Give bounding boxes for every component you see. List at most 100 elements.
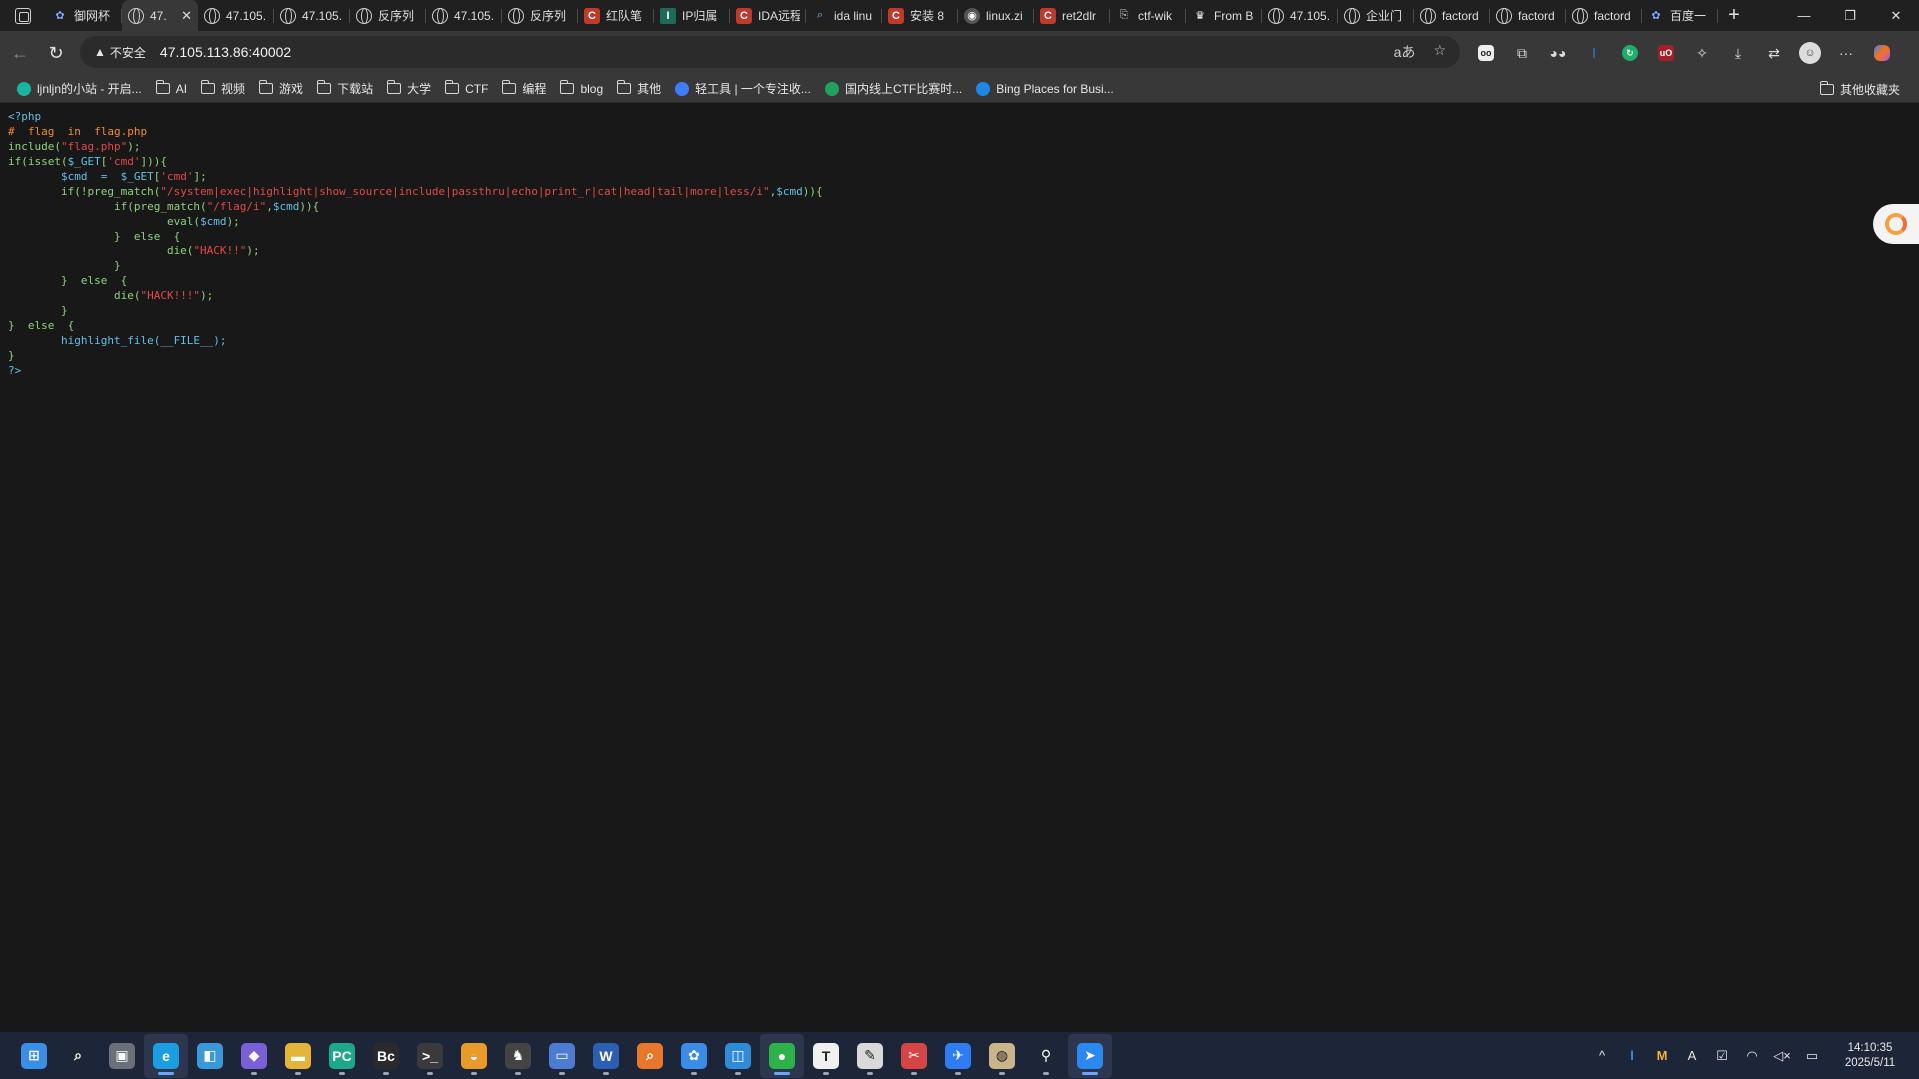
tray-input-method-icon[interactable]: A <box>1677 1032 1707 1079</box>
taskbar-app-button[interactable]: ◍ <box>980 1034 1024 1078</box>
browser-tab[interactable]: ✿ 御网杯 <box>46 0 122 31</box>
security-label[interactable]: 不安全 <box>110 44 146 61</box>
browser-tab[interactable]: C 红队笔 <box>578 0 654 31</box>
extensions-button[interactable]: ✧ <box>1684 37 1720 69</box>
new-tab-button[interactable]: + <box>1720 2 1748 30</box>
browser-tab[interactable]: 47.105. <box>198 0 274 31</box>
read-aloud-icon[interactable]: aあ <box>1394 42 1416 62</box>
bookmark-folder[interactable]: AI <box>149 77 194 101</box>
taskbar-app-button[interactable]: >_ <box>408 1034 452 1078</box>
taskbar-app-button[interactable]: ✿ <box>672 1034 716 1078</box>
address-bar[interactable]: ▲ 不安全 47.105.113.86:40002 aあ ☆ <box>80 36 1460 68</box>
bookmark-link[interactable]: Bing Places for Busi... <box>969 77 1120 101</box>
taskbar-app-button[interactable]: ➤ <box>1068 1033 1112 1078</box>
running-indicator <box>295 1071 301 1075</box>
browser-tab[interactable]: factord <box>1566 0 1642 31</box>
profile-button[interactable]: ☺ <box>1792 37 1828 69</box>
taskbar-app-button[interactable]: PC <box>320 1034 364 1078</box>
taskbar-app-button[interactable]: T <box>804 1034 848 1078</box>
browser-tab[interactable]: ◉ linux.zi <box>958 0 1034 31</box>
taskbar-app-button[interactable]: W <box>584 1034 628 1078</box>
bookmark-folder[interactable]: 大学 <box>380 77 438 101</box>
browser-tab[interactable]: C IDA远程 <box>730 0 806 31</box>
taskbar-app-button[interactable]: ▣ <box>100 1034 144 1078</box>
taskbar-app-button[interactable]: Bc <box>364 1034 408 1078</box>
close-window-button[interactable]: ✕ <box>1873 0 1919 31</box>
bookmark-link[interactable]: 轻工具 | 一个专注收... <box>668 77 818 101</box>
restore-button[interactable]: ❐ <box>1827 0 1873 31</box>
other-bookmarks-folder[interactable]: 其他收藏夹 <box>1813 77 1907 101</box>
bookmark-link[interactable]: 国内线上CTF比赛时... <box>818 77 969 101</box>
favorite-star-icon[interactable]: ☆ <box>1433 42 1446 62</box>
taskbar-app-button[interactable]: ● <box>760 1033 804 1078</box>
reload-button[interactable]: ↻ <box>38 35 74 71</box>
browser-tab[interactable]: factord <box>1414 0 1490 31</box>
taskbar-app-button[interactable]: ◫ <box>716 1034 760 1078</box>
tab-close-button[interactable]: ✕ <box>181 8 192 24</box>
taskbar-app-button[interactable]: ⊞ <box>12 1034 56 1078</box>
browser-tab[interactable]: 反序列 <box>502 0 578 31</box>
extension-eye-button[interactable]: oo <box>1468 37 1504 69</box>
browser-tab[interactable]: ⎘ ctf-wik <box>1110 0 1186 31</box>
browser-tab[interactable]: I IP归属 <box>654 0 730 31</box>
browser-tab[interactable]: Cret2dlr <box>1034 0 1110 31</box>
clock[interactable]: 14:10:35 2025/5/11 <box>1827 1041 1913 1071</box>
browser-tab[interactable]: ♛ From B <box>1186 0 1262 31</box>
bookmark-folder[interactable]: 视频 <box>194 77 252 101</box>
settings-more-button[interactable]: ··· <box>1828 37 1864 69</box>
assistant-ring-icon <box>1885 213 1907 235</box>
extension-green-button[interactable]: ↻ <box>1612 37 1648 69</box>
warning-icon[interactable]: ▲ <box>94 45 106 59</box>
back-button[interactable]: ← <box>2 35 38 71</box>
taskbar-app-button[interactable]: ⚲ <box>1024 1034 1068 1078</box>
browser-tab[interactable]: 企业门 <box>1338 0 1414 31</box>
browser-tab[interactable]: 反序列 <box>350 0 426 31</box>
browser-tab[interactable]: 47. ✕ <box>122 0 198 31</box>
collections-button[interactable]: ⧉ <box>1504 37 1540 69</box>
browser-tab[interactable]: 47.105. <box>274 0 350 31</box>
bookmark-folder[interactable]: blog <box>553 77 610 101</box>
taskbar-app-button[interactable]: ▭ <box>540 1034 584 1078</box>
taskbar-app-button[interactable]: ▬ <box>276 1034 320 1078</box>
browser-tab[interactable]: 47.105. <box>426 0 502 31</box>
tray-l-icon[interactable]: l <box>1617 1032 1647 1079</box>
ublock-button[interactable]: uO <box>1648 37 1684 69</box>
copilot-button[interactable] <box>1864 37 1900 69</box>
bookmark-folder[interactable]: 下载站 <box>310 77 380 101</box>
wifi-icon[interactable]: ◠ <box>1737 1032 1767 1079</box>
share-button[interactable]: ⇄ <box>1756 37 1792 69</box>
browser-tab[interactable]: 47.105. <box>1262 0 1338 31</box>
tray-overflow-chevron-icon[interactable]: ^ <box>1587 1032 1617 1079</box>
taskbar-app-button[interactable]: ⌕ <box>56 1034 100 1078</box>
extension-glasses-button[interactable]: ◕◕ <box>1540 37 1576 69</box>
taskbar-app-button[interactable]: ⌕ <box>628 1034 672 1078</box>
taskbar-app-button[interactable]: ✂ <box>892 1034 936 1078</box>
browser-tab[interactable]: factord <box>1490 0 1566 31</box>
browser-tab[interactable]: C 安装 8 <box>882 0 958 31</box>
browser-tab[interactable]: ⌕ ida linu <box>806 0 882 31</box>
bookmark-folder[interactable]: 其他 <box>610 77 668 101</box>
browser-tab[interactable]: ✿ 百度一 <box>1642 0 1718 31</box>
downloads-button[interactable]: ⤓ <box>1720 37 1756 69</box>
bookmark-folder[interactable]: 编程 <box>495 77 553 101</box>
typora-icon: T <box>813 1042 839 1069</box>
taskbar-app-button[interactable]: ◒ <box>452 1034 496 1078</box>
extension-l-button[interactable]: l <box>1576 37 1612 69</box>
taskbar-app-button[interactable]: ◧ <box>188 1034 232 1078</box>
volume-muted-icon[interactable]: ◁× <box>1767 1032 1797 1079</box>
minimize-button[interactable]: — <box>1781 0 1827 31</box>
battery-icon[interactable]: ▭ <box>1797 1032 1827 1079</box>
floating-assistant-button[interactable] <box>1873 204 1919 244</box>
taskbar-app-button[interactable]: ✎ <box>848 1034 892 1078</box>
tray-check-icon[interactable]: ☑ <box>1707 1032 1737 1079</box>
taskbar-app-button[interactable]: ✈ <box>936 1034 980 1078</box>
bookmark-folder[interactable]: CTF <box>438 77 495 101</box>
tray-m-icon[interactable]: M <box>1647 1032 1677 1079</box>
bookmark-link[interactable]: ljnljn的小站 - 开启... <box>10 77 149 101</box>
bookmark-folder[interactable]: 游戏 <box>252 77 310 101</box>
taskbar-app-button[interactable]: e <box>144 1033 188 1078</box>
taskbar-app-button[interactable]: ♞ <box>496 1034 540 1078</box>
taskbar-app-button[interactable]: ◆ <box>232 1034 276 1078</box>
url-text[interactable]: 47.105.113.86:40002 <box>160 44 291 60</box>
tab-actions-button[interactable] <box>0 0 46 31</box>
